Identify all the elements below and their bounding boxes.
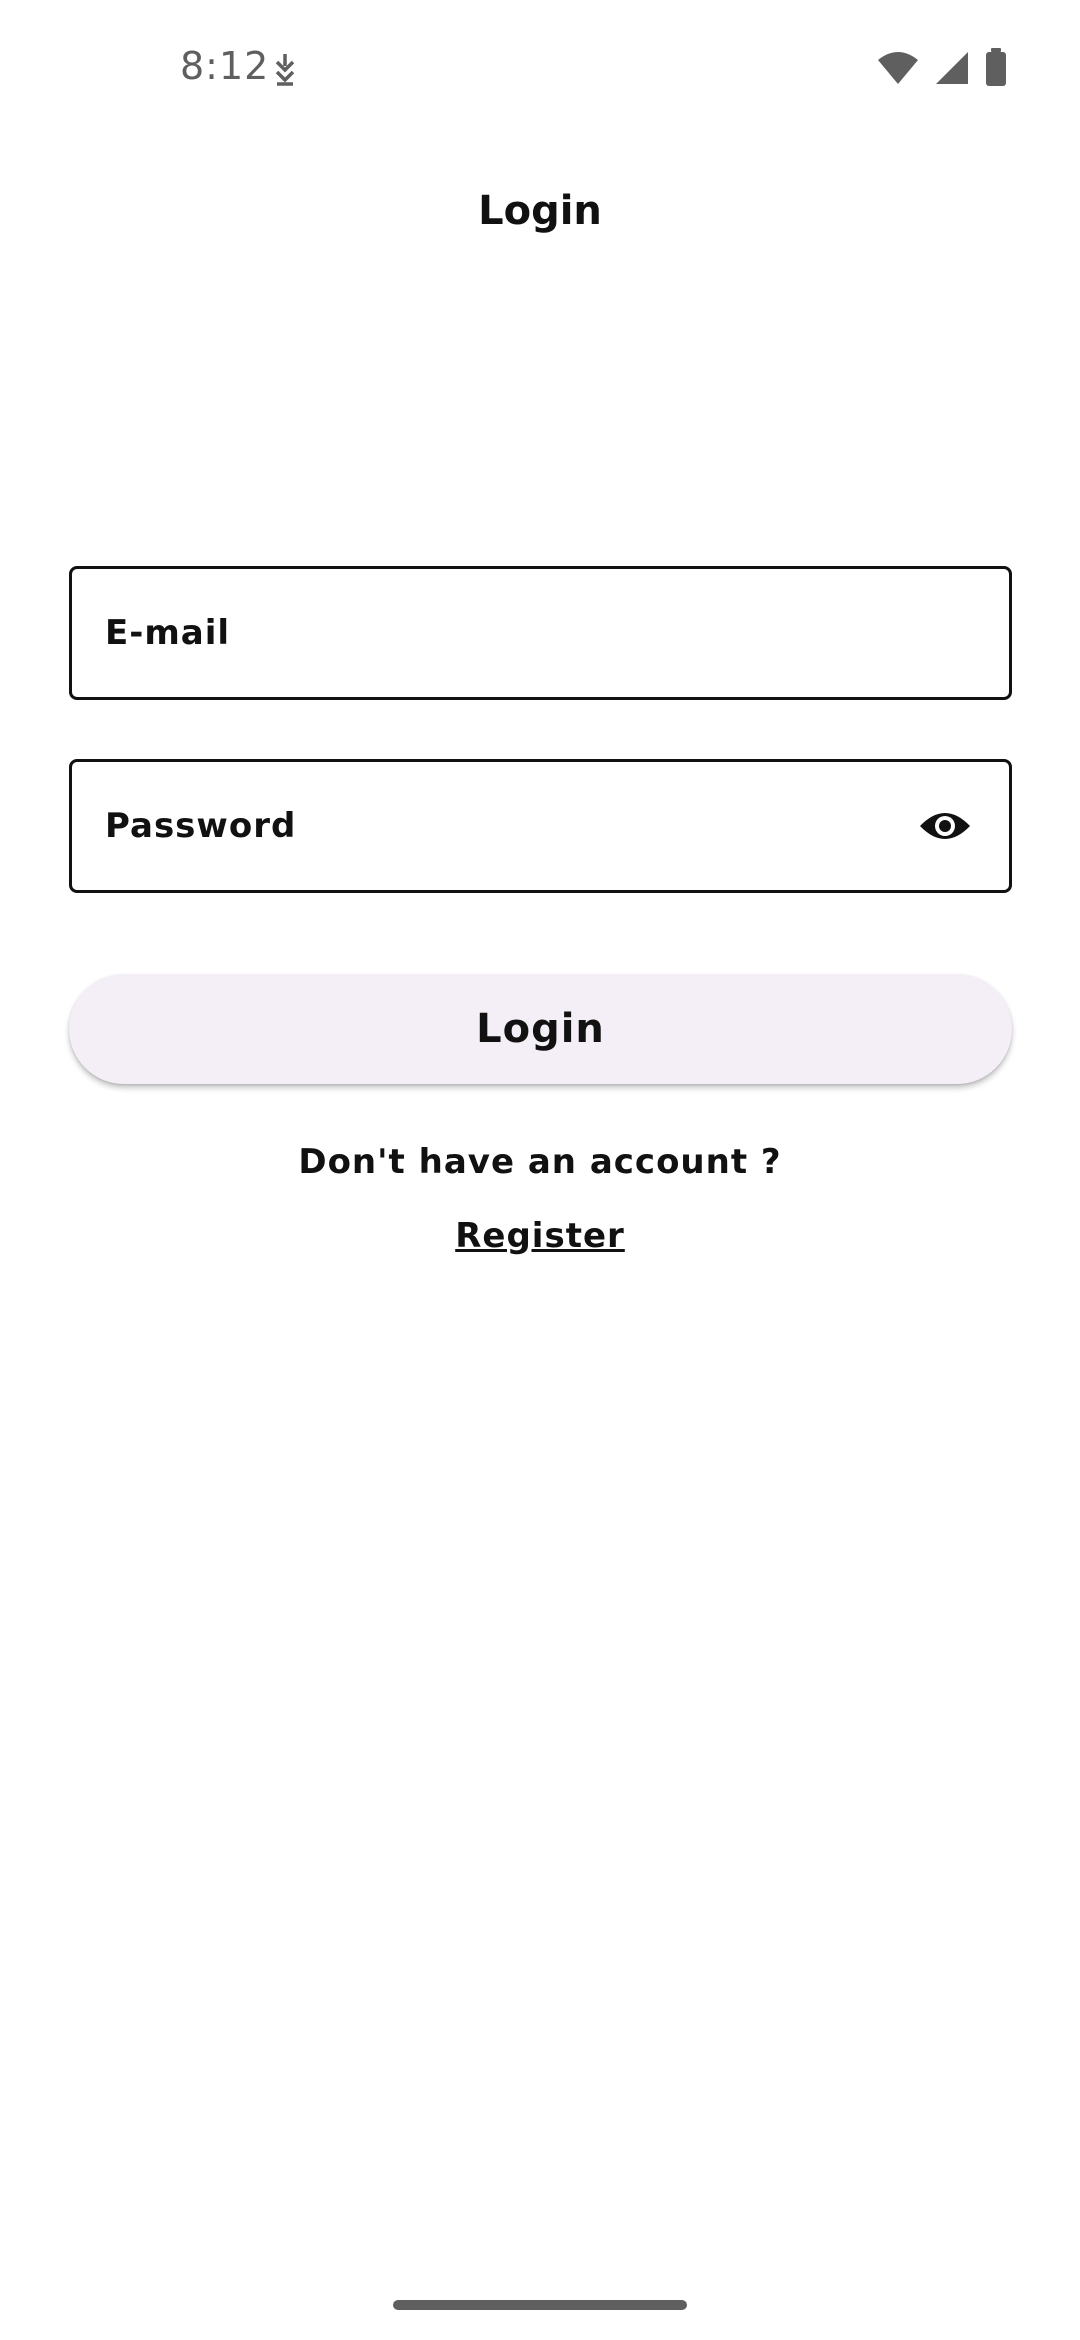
cellular-signal-icon: [934, 50, 970, 90]
register-link-row: Register: [0, 1216, 1080, 1256]
register-link[interactable]: Register: [455, 1216, 625, 1256]
status-icons: [876, 48, 1008, 92]
status-bar: 8:12: [0, 0, 1080, 140]
password-field[interactable]: Password: [69, 759, 1012, 893]
home-indicator[interactable]: [393, 2300, 687, 2310]
battery-icon: [984, 48, 1008, 92]
login-button[interactable]: Login: [69, 974, 1012, 1084]
page-title: Login: [478, 188, 602, 234]
email-field-label: E-mail: [105, 613, 231, 653]
password-field-label: Password: [105, 806, 297, 846]
status-time: 8:12: [180, 44, 270, 88]
login-screen: 8:12 Login E-mail Password Login Don't h…: [0, 0, 1080, 2340]
no-account-text: Don't have an account ?: [298, 1142, 782, 1182]
wifi-icon: [876, 50, 920, 90]
eye-icon[interactable]: [917, 798, 973, 854]
download-arrow-icon: [270, 52, 300, 88]
email-field[interactable]: E-mail: [69, 566, 1012, 700]
